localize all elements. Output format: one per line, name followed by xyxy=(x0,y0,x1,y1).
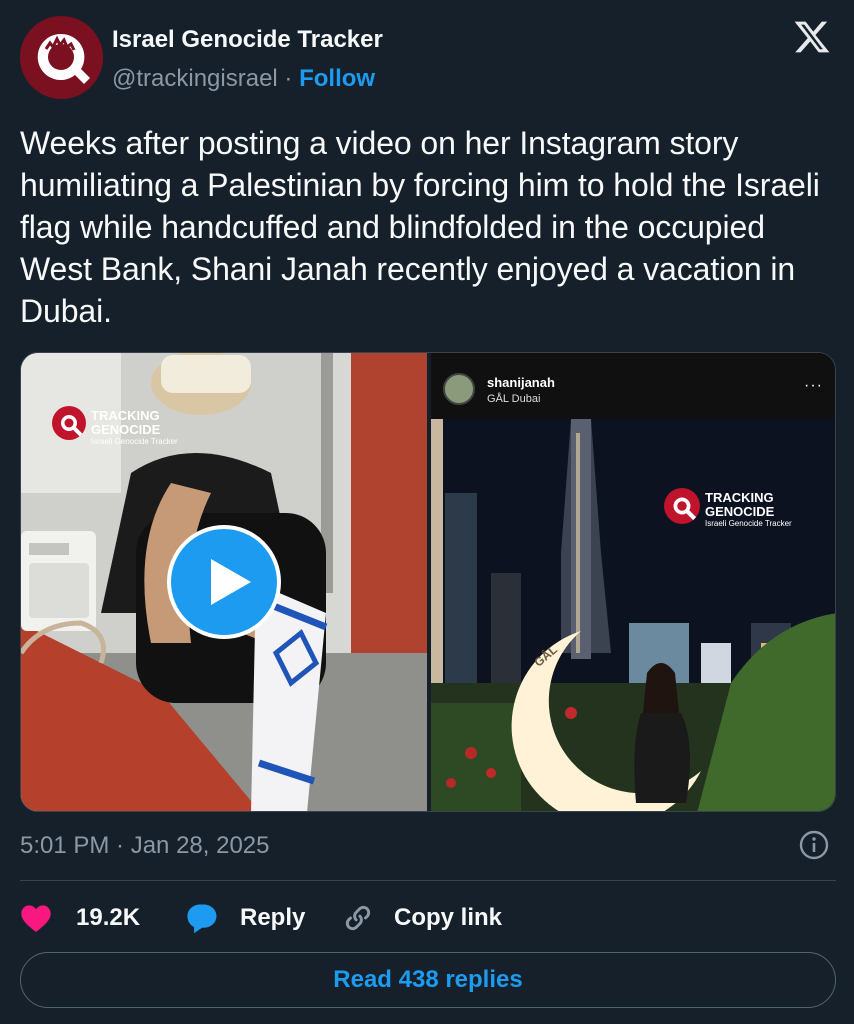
author-handle-row: @trackingisrael · Follow xyxy=(112,65,375,93)
divider xyxy=(20,880,836,881)
read-replies-button[interactable]: Read 438 replies xyxy=(20,952,836,1008)
reply-bubble-icon xyxy=(187,904,217,934)
like-count: 19.2K xyxy=(76,904,141,931)
read-replies-label: Read 438 replies xyxy=(333,966,523,993)
author-avatar[interactable] xyxy=(20,16,103,99)
watermark-sub: Israeli Genocide Tracker xyxy=(705,519,792,528)
author-handle[interactable]: @trackingisrael xyxy=(112,65,278,92)
watermark-line2: GENOCIDE xyxy=(91,422,161,437)
tracker-logo-icon xyxy=(52,406,86,440)
video-thumbnail[interactable]: TRACKING GENOCIDE Israeli Genocide Track… xyxy=(21,353,427,811)
watermark-line1: TRACKING xyxy=(91,408,160,423)
watermark-line1: TRACKING xyxy=(705,490,774,505)
tweet-header: Israel Genocide Tracker @trackingisrael … xyxy=(20,16,834,100)
follow-button[interactable]: Follow xyxy=(299,65,375,92)
tracker-logo-icon xyxy=(664,488,700,524)
tweet-media[interactable]: TRACKING GENOCIDE Israeli Genocide Track… xyxy=(20,352,836,812)
separator-dot: · xyxy=(284,65,293,92)
info-icon[interactable] xyxy=(798,829,830,861)
instagram-avatar xyxy=(443,373,475,405)
reply-label: Reply xyxy=(240,904,306,931)
instagram-header: shanijanah GÅL Dubai ··· xyxy=(431,353,835,419)
author-name[interactable]: Israel Genocide Tracker xyxy=(112,26,383,54)
like-button[interactable]: 19.2K xyxy=(20,896,140,940)
instagram-location: GÅL Dubai xyxy=(487,393,541,405)
play-icon xyxy=(211,559,251,605)
link-icon xyxy=(345,905,371,931)
watermark-sub: Israeli Genocide Tracker xyxy=(91,437,178,446)
dubai-scene-image xyxy=(431,419,835,811)
tracker-logo-icon xyxy=(20,16,103,99)
tweet-timestamp[interactable]: 5:01 PM · Jan 28, 2025 xyxy=(20,832,270,860)
copy-link-button[interactable]: Copy link xyxy=(342,896,502,940)
play-button[interactable] xyxy=(167,525,281,639)
x-logo-icon[interactable] xyxy=(792,18,832,56)
watermark-line2: GENOCIDE xyxy=(705,504,775,519)
copy-link-label: Copy link xyxy=(394,904,503,931)
reply-button[interactable]: Reply xyxy=(186,896,305,940)
tweet-text: Weeks after posting a video on her Insta… xyxy=(20,125,820,329)
instagram-username: shanijanah xyxy=(487,375,555,390)
tweet-card: Israel Genocide Tracker @trackingisrael … xyxy=(0,0,854,1024)
tweet-actions: 19.2K Reply Copy link xyxy=(20,896,835,940)
instagram-more-icon: ··· xyxy=(804,377,823,394)
heart-icon xyxy=(21,905,51,932)
instagram-photo[interactable]: shanijanah GÅL Dubai ··· TRACKING GENOCI… xyxy=(431,353,835,811)
